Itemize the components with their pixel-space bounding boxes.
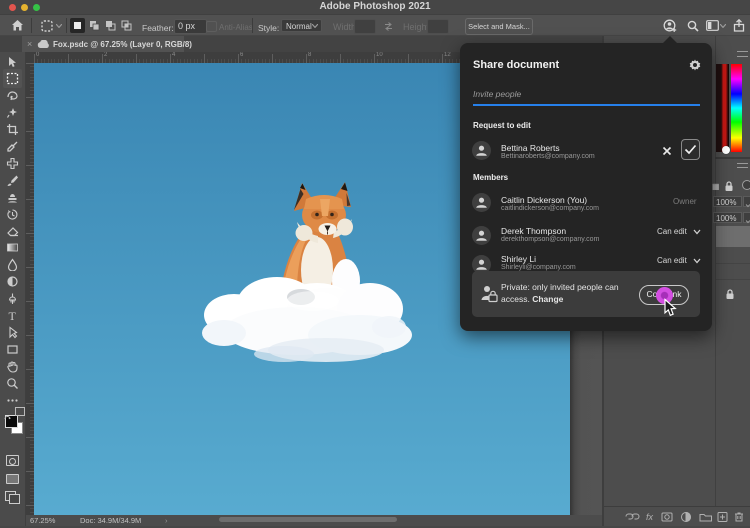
svg-text:fx: fx [646, 512, 654, 522]
svg-text:T: T [9, 309, 17, 322]
